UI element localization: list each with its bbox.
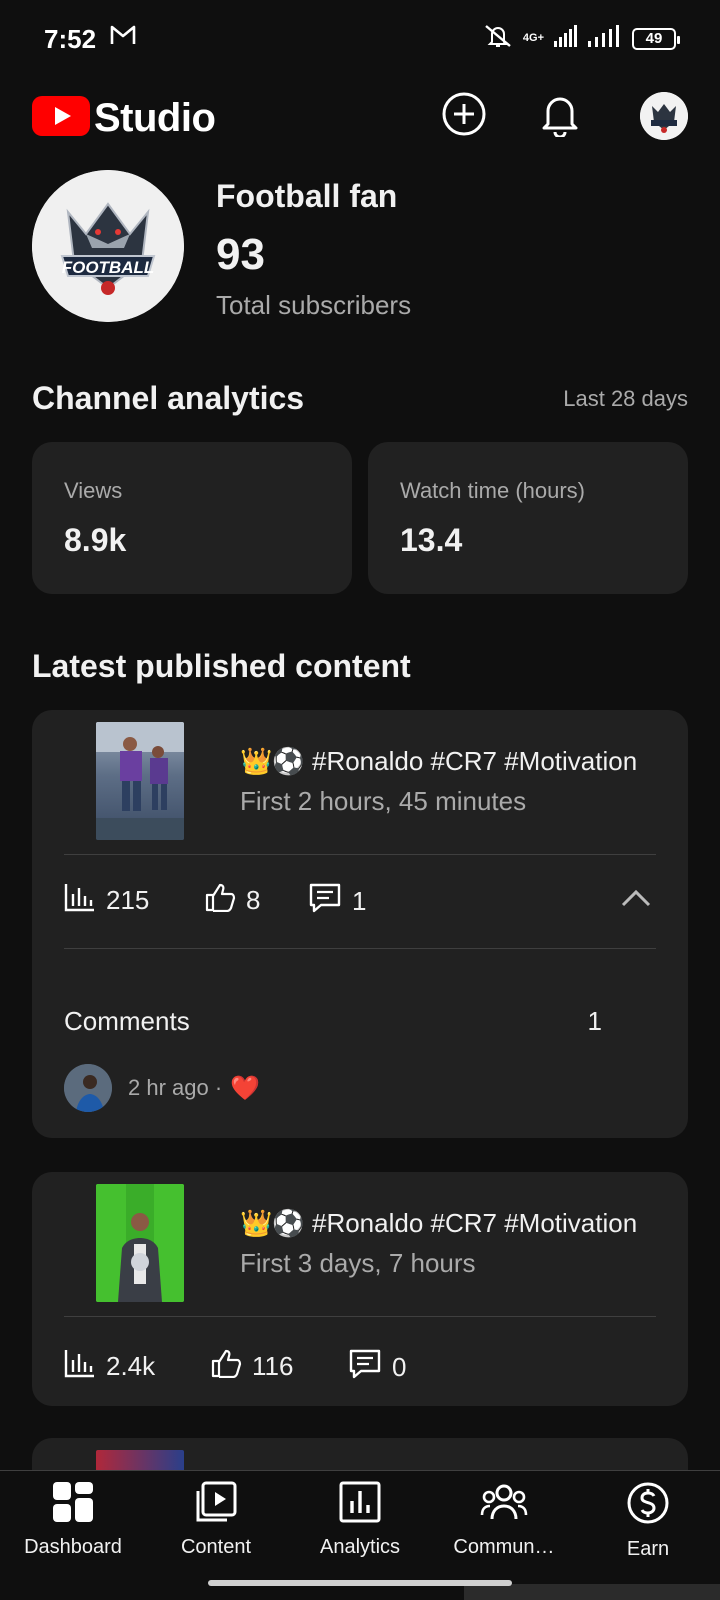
views-label: Views: [64, 478, 123, 503]
comment-preview[interactable]: 2 hr ago · ❤️: [64, 1064, 260, 1112]
nav-community[interactable]: Commun…: [434, 1481, 574, 1559]
nav-label: Earn: [626, 1538, 670, 1560]
content-card[interactable]: 👑⚽ #Ronaldo #CR7 #Motivation First 2 hou…: [32, 710, 688, 1138]
watch-time-label: Watch time (hours): [400, 478, 586, 503]
likes-metric[interactable]: 8: [204, 882, 260, 919]
likes-count: 116: [252, 1351, 294, 1381]
divider: [64, 854, 656, 855]
channel-avatar[interactable]: FOOTBALL: [32, 170, 184, 322]
divider: [64, 1316, 656, 1317]
create-button[interactable]: [440, 92, 488, 140]
video-title-emoji: 👑⚽: [240, 1208, 305, 1238]
comments-total: 1: [587, 1006, 602, 1036]
nav-label: Content: [180, 1536, 252, 1558]
comment-icon: [348, 1348, 392, 1387]
youtube-logo-icon: [32, 96, 90, 141]
nav-analytics[interactable]: Analytics: [290, 1481, 430, 1559]
signal-icon-2: [588, 25, 622, 52]
status-indicators: 4G+ 49: [483, 22, 680, 55]
status-time: 7:52: [44, 24, 97, 54]
analytics-title: Channel analytics: [32, 380, 305, 416]
notifications-button[interactable]: [536, 92, 584, 140]
views-count: 215: [106, 885, 150, 915]
watch-time-value: 13.4: [400, 522, 463, 558]
collapse-button[interactable]: [620, 888, 652, 913]
mute-icon: [483, 22, 513, 55]
chevron-up-icon: [620, 889, 652, 912]
bottom-navigation: Dashboard Content Analytics Commun… Earn: [0, 1470, 720, 1566]
subscriber-count: 93: [216, 230, 265, 279]
video-thumbnail[interactable]: [96, 1184, 184, 1302]
likes-count: 8: [246, 885, 261, 915]
subscriber-label: Total subscribers: [216, 290, 412, 320]
nav-label: Dashboard: [24, 1536, 122, 1558]
views-metric[interactable]: 215: [64, 882, 149, 919]
app-header: Studio: [0, 84, 720, 148]
commenter-avatar: [64, 1064, 112, 1112]
views-metric[interactable]: 2.4k: [64, 1348, 155, 1385]
divider: [64, 948, 656, 949]
thumb-up-icon: [204, 882, 246, 919]
video-title-emoji: 👑⚽: [240, 746, 305, 776]
heart-icon: ❤️: [230, 1074, 261, 1102]
app-name: Studio: [94, 96, 216, 140]
content-card[interactable]: 👑⚽ #Ronaldo #CR7 #Motivation First 3 day…: [32, 1172, 688, 1406]
comments-metric[interactable]: 0: [348, 1348, 406, 1387]
channel-name: Football fan: [216, 178, 398, 214]
watch-time-card[interactable]: Watch time (hours) 13.4: [368, 442, 688, 594]
content-icon: [195, 1481, 237, 1528]
community-icon: [480, 1481, 528, 1528]
comments-metric[interactable]: 1: [308, 882, 366, 921]
nav-earn[interactable]: Earn: [578, 1481, 718, 1561]
dashboard-icon: [52, 1481, 94, 1528]
video-period: First 2 hours, 45 minutes: [240, 786, 527, 816]
battery-icon: 49: [632, 27, 680, 50]
earn-icon: [626, 1481, 670, 1530]
bar-chart-icon: [64, 882, 106, 919]
gmail-icon: [110, 24, 136, 51]
comments-heading[interactable]: Comments: [64, 1006, 190, 1037]
signal-icon: [554, 25, 578, 52]
video-period: First 3 days, 7 hours: [240, 1248, 476, 1278]
nav-dashboard[interactable]: Dashboard: [3, 1481, 143, 1559]
account-avatar[interactable]: [640, 92, 688, 140]
nav-content[interactable]: Content: [146, 1481, 286, 1559]
channel-avatar-text: FOOTBALL: [61, 258, 155, 277]
likes-metric[interactable]: 116: [210, 1348, 293, 1385]
network-type: 4G+: [522, 32, 544, 44]
home-indicator[interactable]: [208, 1580, 512, 1586]
latest-content-title: Latest published content: [32, 648, 411, 684]
views-value: 8.9k: [64, 522, 127, 558]
gesture-area: [464, 1584, 720, 1600]
views-card[interactable]: Views 8.9k: [32, 442, 352, 594]
video-title-text: #Ronaldo #CR7 #Motivation: [311, 1208, 638, 1238]
views-count: 2.4k: [106, 1351, 156, 1381]
nav-label: Commun…: [453, 1536, 555, 1558]
analytics-range: Last 28 days: [563, 386, 688, 411]
studio-logo[interactable]: Studio: [32, 96, 216, 141]
video-title[interactable]: 👑⚽ #Ronaldo #CR7 #Motivation: [240, 746, 660, 777]
bell-icon: [539, 91, 581, 142]
analytics-icon: [339, 1481, 381, 1528]
video-title[interactable]: 👑⚽ #Ronaldo #CR7 #Motivation: [240, 1208, 660, 1239]
thumb-up-icon: [210, 1348, 252, 1385]
comments-count-metric: 1: [352, 886, 367, 916]
video-thumbnail[interactable]: [96, 722, 184, 840]
bar-chart-icon: [64, 1348, 106, 1385]
status-bar: 7:52 4G+ 49: [0, 0, 720, 78]
video-title-text: #Ronaldo #CR7 #Motivation: [311, 746, 638, 776]
nav-label: Analytics: [319, 1536, 401, 1558]
comments-count-metric: 0: [392, 1352, 407, 1382]
comment-time: 2 hr ago ·: [128, 1075, 223, 1100]
comment-icon: [308, 882, 352, 921]
plus-circle-icon: [441, 91, 487, 142]
